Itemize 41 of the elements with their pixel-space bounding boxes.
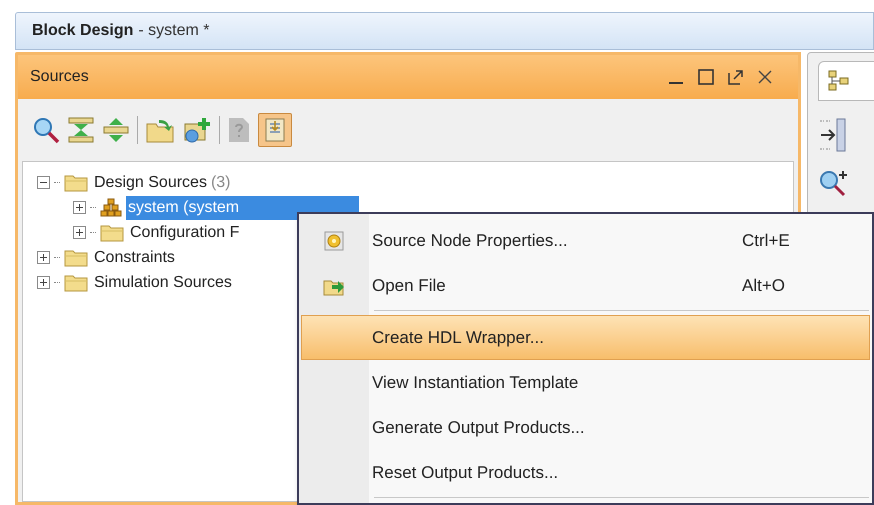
document-list-icon: [264, 118, 286, 142]
panel-title: Sources: [30, 67, 90, 87]
expand-all-icon[interactable]: [102, 116, 130, 144]
menu-item[interactable]: Source Node Properties... Ctrl+E: [301, 218, 870, 263]
document-name: - system *: [138, 21, 210, 41]
add-sources-icon[interactable]: [182, 116, 212, 144]
hierarchy-tab[interactable]: [818, 61, 874, 101]
expand-toggle-icon[interactable]: [37, 276, 50, 289]
hierarchy-icon: [827, 70, 849, 92]
folder-icon: [100, 224, 124, 242]
toggle-button[interactable]: [258, 113, 292, 147]
expand-toggle-icon[interactable]: [73, 226, 86, 239]
window-title: Block Design: [32, 21, 134, 41]
shortcut-label: Ctrl+E: [742, 230, 790, 252]
menu-item[interactable]: Reset Output Products...: [301, 450, 870, 502]
folder-icon: [64, 174, 88, 192]
tree-item[interactable]: Configuration F: [128, 220, 242, 244]
shortcut-label: Alt+O: [742, 274, 785, 297]
block-design-icon: [100, 198, 122, 218]
tree-item[interactable]: Constraints: [92, 246, 177, 270]
menu-item[interactable]: View Instantiation Template: [301, 360, 870, 405]
properties-icon: [324, 230, 344, 250]
menu-item[interactable]: Generate Output Products...: [301, 405, 870, 450]
dock-icon[interactable]: [818, 117, 848, 153]
maximize-icon[interactable]: [698, 69, 714, 85]
menu-item[interactable]: Open File Alt+O: [301, 263, 870, 315]
collapse-toggle-icon[interactable]: [37, 176, 50, 189]
tree-item[interactable]: system (system: [126, 196, 360, 220]
zoom-in-icon[interactable]: [818, 169, 848, 199]
folder-icon: [64, 248, 88, 266]
float-icon[interactable]: [728, 69, 744, 85]
collapse-all-icon[interactable]: [67, 116, 95, 144]
item-count: (3): [210, 172, 231, 192]
tree-item[interactable]: Design Sources: [92, 170, 209, 194]
expand-toggle-icon[interactable]: [37, 251, 50, 264]
folder-icon: [64, 274, 88, 292]
search-icon[interactable]: [32, 116, 60, 144]
close-icon[interactable]: [758, 70, 772, 84]
menu-item[interactable]: Create HDL Wrapper...: [301, 315, 870, 360]
tree-item[interactable]: Simulation Sources: [92, 270, 234, 294]
expand-toggle-icon[interactable]: [73, 201, 86, 214]
